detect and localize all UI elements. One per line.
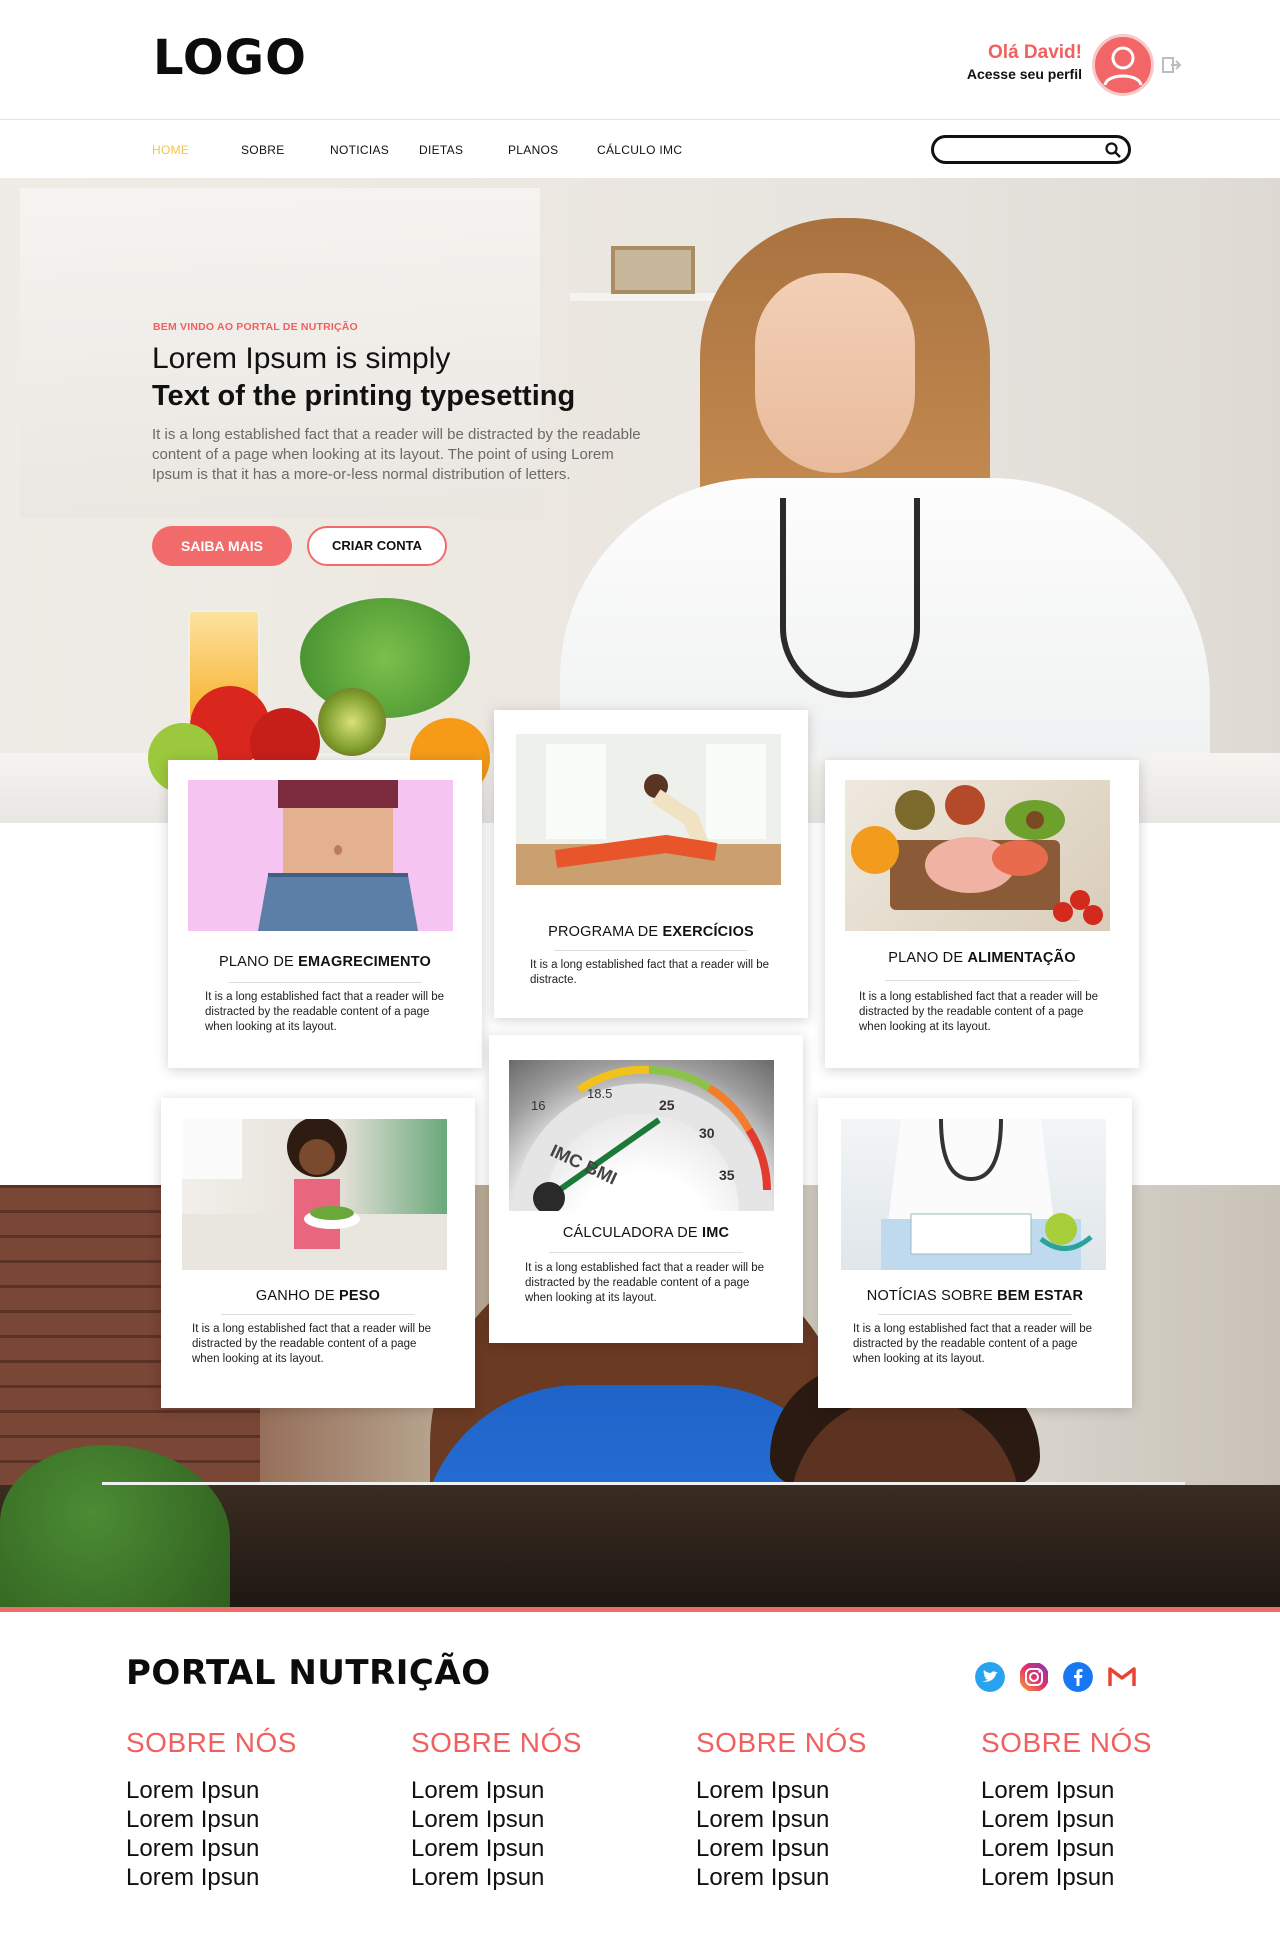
gauge-tick: 35 (719, 1167, 735, 1183)
card-calculadora-imc[interactable]: 16 18.5 25 30 35 IMC BMI CÁLCULADORA DE … (489, 1035, 803, 1343)
footer-link[interactable]: Lorem Ipsun (126, 1863, 366, 1892)
gauge-tick: 30 (699, 1125, 715, 1141)
footer-link[interactable]: Lorem Ipsun (696, 1776, 936, 1805)
card-title: GANHO DE PESO (255, 1288, 381, 1304)
card-text: It is a long established fact that a rea… (530, 959, 770, 986)
card-image-eating (182, 1119, 447, 1270)
card-image-food (845, 780, 1110, 931)
gauge-tick: 18.5 (587, 1086, 612, 1101)
nav-planos[interactable]: PLANOS (508, 143, 559, 157)
footer-column: SOBRE NÓS Lorem Ipsun Lorem Ipsun Lorem … (126, 1727, 366, 1892)
footer-title: PORTAL NUTRIÇÃO (126, 1653, 491, 1693)
footer-link[interactable]: Lorem Ipsun (126, 1805, 366, 1834)
card-title: NOTÍCIAS SOBRE BEM ESTAR (866, 1288, 1084, 1304)
gauge-label: IMC BMI (547, 1140, 620, 1188)
user-greeting: Olá David! Acesse seu perfil (967, 42, 1082, 82)
hero-kicker: BEM VINDO AO PORTAL DE NUTRIÇÃO (153, 321, 358, 333)
criar-conta-button[interactable]: CRIAR CONTA (307, 526, 447, 566)
logo[interactable]: LOGO (153, 30, 307, 86)
footer-link[interactable]: Lorem Ipsun (126, 1834, 366, 1863)
footer-link[interactable]: Lorem Ipsun (981, 1805, 1221, 1834)
card-text: It is a long established fact that a rea… (853, 1323, 1093, 1365)
footer-link[interactable]: Lorem Ipsun (981, 1863, 1221, 1892)
gauge-tick: 25 (659, 1097, 675, 1113)
divider-line (102, 1482, 1185, 1485)
card-rule (885, 980, 1079, 981)
nav-noticias[interactable]: NOTICIAS (330, 143, 389, 157)
footer-link[interactable]: Lorem Ipsun (411, 1805, 651, 1834)
card-text: It is a long established fact that a rea… (192, 1323, 432, 1365)
hero-photo-stethoscope (780, 498, 920, 698)
card-rule (228, 982, 422, 983)
card-title: CÁLCULADORA DE IMC (562, 1225, 730, 1241)
footer-column-heading: SOBRE NÓS (696, 1727, 867, 1758)
user-icon (1103, 46, 1143, 86)
hero-description: It is a long established fact that a rea… (152, 426, 641, 483)
site-header: LOGO Olá David! Acesse seu perfil (0, 0, 1280, 120)
hero-subtitle: Text of the printing typesetting (152, 380, 576, 412)
instagram-icon[interactable] (1019, 1662, 1049, 1692)
footer-link[interactable]: Lorem Ipsun (411, 1863, 651, 1892)
profile-link[interactable]: Acesse seu perfil (967, 66, 1082, 82)
card-emagrecimento[interactable]: PLANO DE EMAGRECIMENTO It is a long esta… (168, 760, 482, 1068)
gauge-tick: 16 (531, 1098, 545, 1113)
card-image-doctor (841, 1119, 1106, 1270)
card-title: PLANO DE ALIMENTAÇÃO (888, 950, 1076, 966)
footer-column-heading: SOBRE NÓS (411, 1727, 582, 1758)
card-exercicios[interactable]: PROGRAMA DE EXERCÍCIOS It is a long esta… (494, 710, 808, 1018)
card-rule (878, 1314, 1072, 1315)
hero-photo-shelf (570, 293, 730, 301)
card-alimentacao[interactable]: PLANO DE ALIMENTAÇÃO It is a long establ… (825, 760, 1139, 1068)
nav-home[interactable]: HOME (152, 143, 189, 157)
card-text: It is a long established fact that a rea… (205, 991, 445, 1033)
card-noticias-bem-estar[interactable]: NOTÍCIAS SOBRE BEM ESTAR It is a long es… (818, 1098, 1132, 1408)
card-ganho-de-peso[interactable]: GANHO DE PESO It is a long established f… (161, 1098, 475, 1408)
hero-photo-face (755, 273, 915, 473)
card-rule (554, 950, 748, 951)
greeting-text: Olá David! (988, 42, 1082, 63)
twitter-icon[interactable] (975, 1662, 1005, 1692)
footer-column-heading: SOBRE NÓS (126, 1727, 297, 1758)
card-rule (549, 1252, 743, 1253)
hero-photo-kiwi (318, 688, 386, 756)
footer-link[interactable]: Lorem Ipsun (411, 1834, 651, 1863)
bmi-gauge-icon: 16 18.5 25 30 35 IMC BMI (514, 1065, 771, 1211)
card-title: PROGRAMA DE EXERCÍCIOS (548, 924, 754, 940)
search-input[interactable] (931, 135, 1131, 164)
gmail-icon[interactable] (1107, 1662, 1137, 1692)
card-title: PLANO DE EMAGRECIMENTO (218, 954, 431, 970)
card-image-exercise (516, 734, 781, 885)
footer-column-heading: SOBRE NÓS (981, 1727, 1152, 1758)
avatar[interactable] (1092, 34, 1154, 96)
card-text: It is a long established fact that a rea… (525, 1262, 765, 1304)
footer-column: SOBRE NÓS Lorem Ipsun Lorem Ipsun Lorem … (981, 1727, 1221, 1892)
hero-title: Lorem Ipsum is simply (152, 342, 451, 375)
footer-link[interactable]: Lorem Ipsun (981, 1834, 1221, 1863)
footer-link[interactable]: Lorem Ipsun (696, 1863, 936, 1892)
nav-calculo-imc[interactable]: CÁLCULO IMC (597, 143, 682, 157)
card-rule (221, 1314, 415, 1315)
search-icon[interactable] (1104, 141, 1122, 159)
nav-dietas[interactable]: DIETAS (419, 143, 463, 157)
footer-accent-line (0, 1607, 1280, 1612)
footer-link[interactable]: Lorem Ipsun (981, 1776, 1221, 1805)
card-text: It is a long established fact that a rea… (859, 991, 1099, 1033)
facebook-icon[interactable] (1063, 1662, 1093, 1692)
logout-icon[interactable] (1162, 56, 1182, 74)
footer-link[interactable]: Lorem Ipsun (411, 1776, 651, 1805)
hero-photo-frame (611, 246, 695, 294)
page: { "header": { "logo": "LOGO", "greeting"… (0, 0, 1280, 1959)
saiba-mais-button[interactable]: SAIBA MAIS (152, 526, 292, 566)
card-image-weight-loss (188, 780, 453, 931)
footer-link[interactable]: Lorem Ipsun (126, 1776, 366, 1805)
footer-link[interactable]: Lorem Ipsun (696, 1834, 936, 1863)
card-image-bmi-gauge: 16 18.5 25 30 35 IMC BMI (509, 1060, 774, 1211)
footer-column: SOBRE NÓS Lorem Ipsun Lorem Ipsun Lorem … (696, 1727, 936, 1892)
nav-sobre[interactable]: SOBRE (241, 143, 285, 157)
footer-link[interactable]: Lorem Ipsun (696, 1805, 936, 1834)
footer-column: SOBRE NÓS Lorem Ipsun Lorem Ipsun Lorem … (411, 1727, 651, 1892)
